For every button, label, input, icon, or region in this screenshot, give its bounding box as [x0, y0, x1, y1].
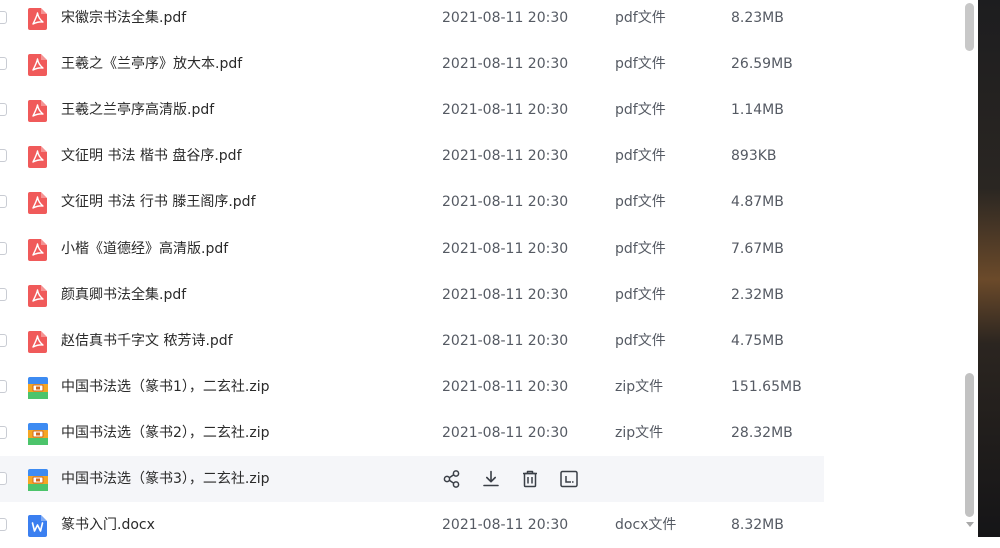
file-size: 151.65MB [731, 378, 802, 395]
file-type: pdf文件 [615, 102, 666, 119]
file-row[interactable]: 王羲之兰亭序高清版.pdf 2021-08-11 20:30 pdf文件 1.14MB [0, 87, 824, 133]
file-size: 26.59MB [731, 56, 793, 73]
file-date: 2021-08-11 20:30 [442, 194, 569, 211]
row-checkbox[interactable] [0, 241, 7, 255]
file-name[interactable]: 文征明 书法 楷书 盘谷序.pdf [61, 133, 242, 179]
file-type: pdf文件 [615, 10, 666, 26]
pdf-icon [28, 100, 48, 123]
file-type: pdf文件 [615, 56, 666, 73]
pdf-icon [28, 330, 48, 353]
file-size: 1.14MB [731, 102, 784, 119]
file-type: pdf文件 [615, 240, 666, 257]
file-size: 4.87MB [731, 194, 784, 211]
row-checkbox[interactable] [0, 379, 7, 393]
pdf-icon [28, 146, 48, 169]
more-icon[interactable] [558, 468, 580, 490]
file-row[interactable]: 文征明 书法 行书 滕王阁序.pdf 2021-08-11 20:30 pdf文件 4… [0, 179, 824, 225]
file-type: docx文件 [615, 517, 677, 534]
file-date: 2021-08-11 20:30 [442, 102, 569, 119]
scroll-down-arrow-icon[interactable] [966, 522, 974, 527]
desktop-background-edge [978, 0, 1000, 537]
file-name[interactable]: 篆书入门.docx [61, 502, 155, 548]
file-name[interactable]: 赵佶真书千字文 秾芳诗.pdf [61, 318, 233, 364]
file-date: 2021-08-11 20:30 [442, 148, 569, 165]
row-checkbox[interactable] [0, 11, 7, 24]
file-date: 2021-08-11 20:30 [442, 424, 569, 441]
pdf-icon [28, 284, 48, 307]
pdf-icon [28, 192, 48, 215]
file-name[interactable]: 中国书法选（篆书1），二玄社.zip [61, 364, 269, 410]
file-row[interactable]: 中国书法选（篆书1），二玄社.zip 2021-08-11 20:30 zip文件 1… [0, 364, 824, 410]
file-type: pdf文件 [615, 286, 666, 303]
file-size: 7.67MB [731, 240, 784, 257]
file-row[interactable]: 颜真卿书法全集.pdf 2021-08-11 20:30 pdf文件 2.32MB [0, 272, 824, 318]
file-type: pdf文件 [615, 194, 666, 211]
file-row[interactable]: 王羲之《兰亭序》放大本.pdf 2021-08-11 20:30 pdf文件 26.5… [0, 41, 824, 87]
file-size: 4.75MB [731, 332, 784, 349]
file-date: 2021-08-11 20:30 [442, 286, 569, 303]
file-date: 2021-08-11 20:30 [442, 378, 569, 395]
zip-icon [28, 422, 48, 445]
file-name[interactable]: 宋徽宗书法全集.pdf [61, 0, 186, 41]
pdf-icon [28, 8, 48, 30]
row-checkbox[interactable] [0, 472, 7, 485]
zip-icon [28, 376, 48, 399]
file-row[interactable]: 小楷《道德经》高清版.pdf 2021-08-11 20:30 pdf文件 7.67M… [0, 226, 824, 272]
file-row[interactable]: 赵佶真书千字文 秾芳诗.pdf 2021-08-11 20:30 pdf文件 4.75… [0, 318, 824, 364]
pdf-icon [28, 238, 48, 261]
file-date: 2021-08-11 20:30 [442, 56, 569, 73]
file-date: 2021-08-11 20:30 [442, 332, 569, 349]
file-name[interactable]: 文征明 书法 行书 滕王阁序.pdf [61, 179, 256, 225]
row-checkbox[interactable] [0, 425, 7, 439]
row-checkbox[interactable] [0, 333, 7, 347]
file-size: 28.32MB [731, 424, 793, 441]
file-name[interactable]: 小楷《道德经》高清版.pdf [61, 226, 228, 272]
row-checkbox[interactable] [0, 103, 7, 117]
file-size: 2.32MB [731, 286, 784, 303]
file-row[interactable]: 篆书入门.docx 2021-08-11 20:30 docx文件 8.32MB [0, 502, 824, 548]
file-row[interactable]: 中国书法选（篆书3），二玄社.zip [0, 456, 824, 502]
file-row[interactable]: 文征明 书法 楷书 盘谷序.pdf 2021-08-11 20:30 pdf文件 89… [0, 133, 824, 179]
row-actions [441, 468, 597, 490]
file-date: 2021-08-11 20:30 [442, 240, 569, 257]
file-size: 893KB [731, 148, 777, 165]
download-icon[interactable] [480, 468, 502, 490]
file-name[interactable]: 中国书法选（篆书3），二玄社.zip [61, 456, 269, 502]
scrollbar-thumb[interactable] [965, 373, 974, 517]
file-type: pdf文件 [615, 332, 666, 349]
file-name[interactable]: 颜真卿书法全集.pdf [61, 272, 186, 318]
file-name[interactable]: 王羲之《兰亭序》放大本.pdf [61, 41, 242, 87]
row-checkbox[interactable] [0, 518, 7, 532]
row-checkbox[interactable] [0, 287, 7, 301]
share-icon[interactable] [441, 468, 463, 490]
file-date: 2021-08-11 20:30 [442, 517, 569, 534]
file-name[interactable]: 中国书法选（篆书2），二玄社.zip [61, 410, 269, 456]
delete-icon[interactable] [519, 468, 541, 490]
row-checkbox[interactable] [0, 57, 7, 71]
file-size: 8.23MB [731, 10, 784, 26]
file-type: zip文件 [615, 378, 664, 395]
file-list: 宋徽宗书法全集.pdf 2021-08-11 20:30 pdf文件 8.23MB 王羲… [0, 0, 962, 538]
row-checkbox[interactable] [0, 149, 7, 163]
word-icon [28, 515, 48, 538]
file-size: 8.32MB [731, 517, 784, 534]
file-type: pdf文件 [615, 148, 666, 165]
scrollbar-thumb-faded [965, 3, 974, 51]
file-row[interactable]: 宋徽宗书法全集.pdf 2021-08-11 20:30 pdf文件 8.23MB [0, 0, 824, 41]
file-type: zip文件 [615, 424, 664, 441]
file-name[interactable]: 王羲之兰亭序高清版.pdf [61, 87, 214, 133]
zip-icon [28, 469, 48, 491]
pdf-icon [28, 54, 48, 77]
file-row[interactable]: 中国书法选（篆书2），二玄社.zip 2021-08-11 20:30 zip文件 2… [0, 410, 824, 456]
row-checkbox[interactable] [0, 195, 7, 209]
file-date: 2021-08-11 20:30 [442, 10, 569, 26]
